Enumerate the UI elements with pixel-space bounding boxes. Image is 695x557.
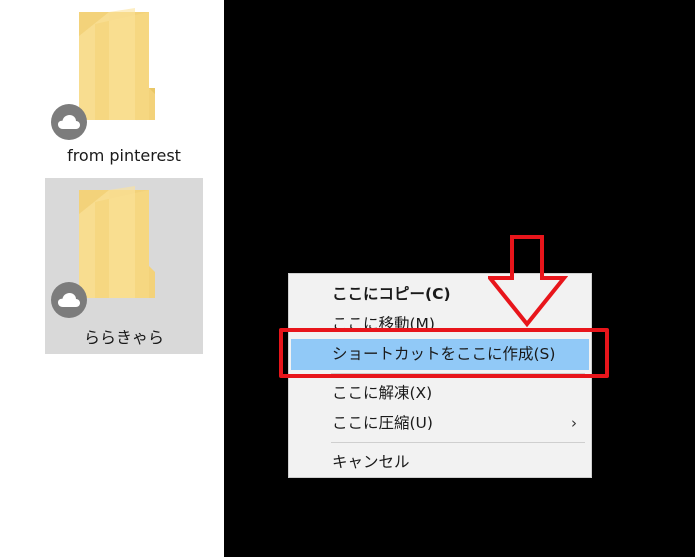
folder-rarakyara[interactable]: ららきゃら: [45, 178, 203, 354]
menu-separator: [331, 442, 585, 443]
cloud-icon: [58, 293, 80, 307]
chevron-right-icon: ›: [571, 414, 577, 432]
menu-item-extract-here[interactable]: ここに解凍(X): [289, 378, 591, 409]
folder-icon: [79, 186, 155, 298]
folder-icon: [79, 8, 155, 120]
cloud-sync-badge: [51, 282, 87, 318]
folder-label: ららきゃら: [83, 328, 164, 347]
cloud-sync-badge: [51, 104, 87, 140]
menu-item-label: ここに圧縮(U): [332, 414, 433, 432]
menu-item-cancel[interactable]: キャンセル: [289, 447, 591, 478]
desktop-panel: from pinterest ららきゃら: [0, 0, 224, 557]
cloud-icon: [58, 115, 80, 129]
menu-item-compress-here[interactable]: ここに圧縮(U) ›: [289, 408, 591, 439]
annotation-highlight-box: [279, 328, 609, 378]
down-arrow-icon: [488, 235, 568, 328]
folder-from-pinterest[interactable]: from pinterest: [45, 0, 203, 176]
folder-label: from pinterest: [67, 146, 181, 165]
